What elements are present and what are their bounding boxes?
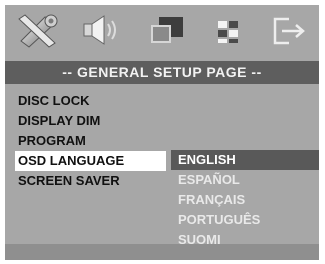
tools-icon[interactable] [15, 11, 61, 49]
setup-menu: DISC LOCK DISPLAY DIM PROGRAM OSD LANGUA… [15, 91, 166, 191]
bottom-status-bar [5, 244, 319, 260]
speaker-icon[interactable] [80, 11, 120, 49]
language-options: ENGLISH ESPAÑOL FRANÇAIS PORTUGUÊS SUOMI [171, 150, 319, 250]
page-title: -- GENERAL SETUP PAGE -- [5, 61, 319, 84]
menu-item-disc-lock[interactable]: DISC LOCK [15, 91, 165, 111]
menu-item-program[interactable]: PROGRAM [15, 131, 165, 151]
video-icon[interactable] [145, 11, 189, 49]
option-portugues[interactable]: PORTUGUÊS [171, 210, 319, 230]
menu-item-screen-saver[interactable]: SCREEN SAVER [15, 171, 165, 191]
option-espanol[interactable]: ESPAÑOL [171, 170, 319, 190]
exit-icon[interactable] [269, 11, 309, 49]
setup-icon-bar [5, 5, 319, 55]
option-francais[interactable]: FRANÇAIS [171, 190, 319, 210]
dvd-setup-screen: -- GENERAL SETUP PAGE -- DISC LOCK DISPL… [5, 5, 319, 260]
preference-icon[interactable] [212, 11, 248, 49]
menu-item-osd-language[interactable]: OSD LANGUAGE [15, 151, 166, 171]
option-english[interactable]: ENGLISH [171, 150, 319, 170]
menu-item-display-dim[interactable]: DISPLAY DIM [15, 111, 165, 131]
